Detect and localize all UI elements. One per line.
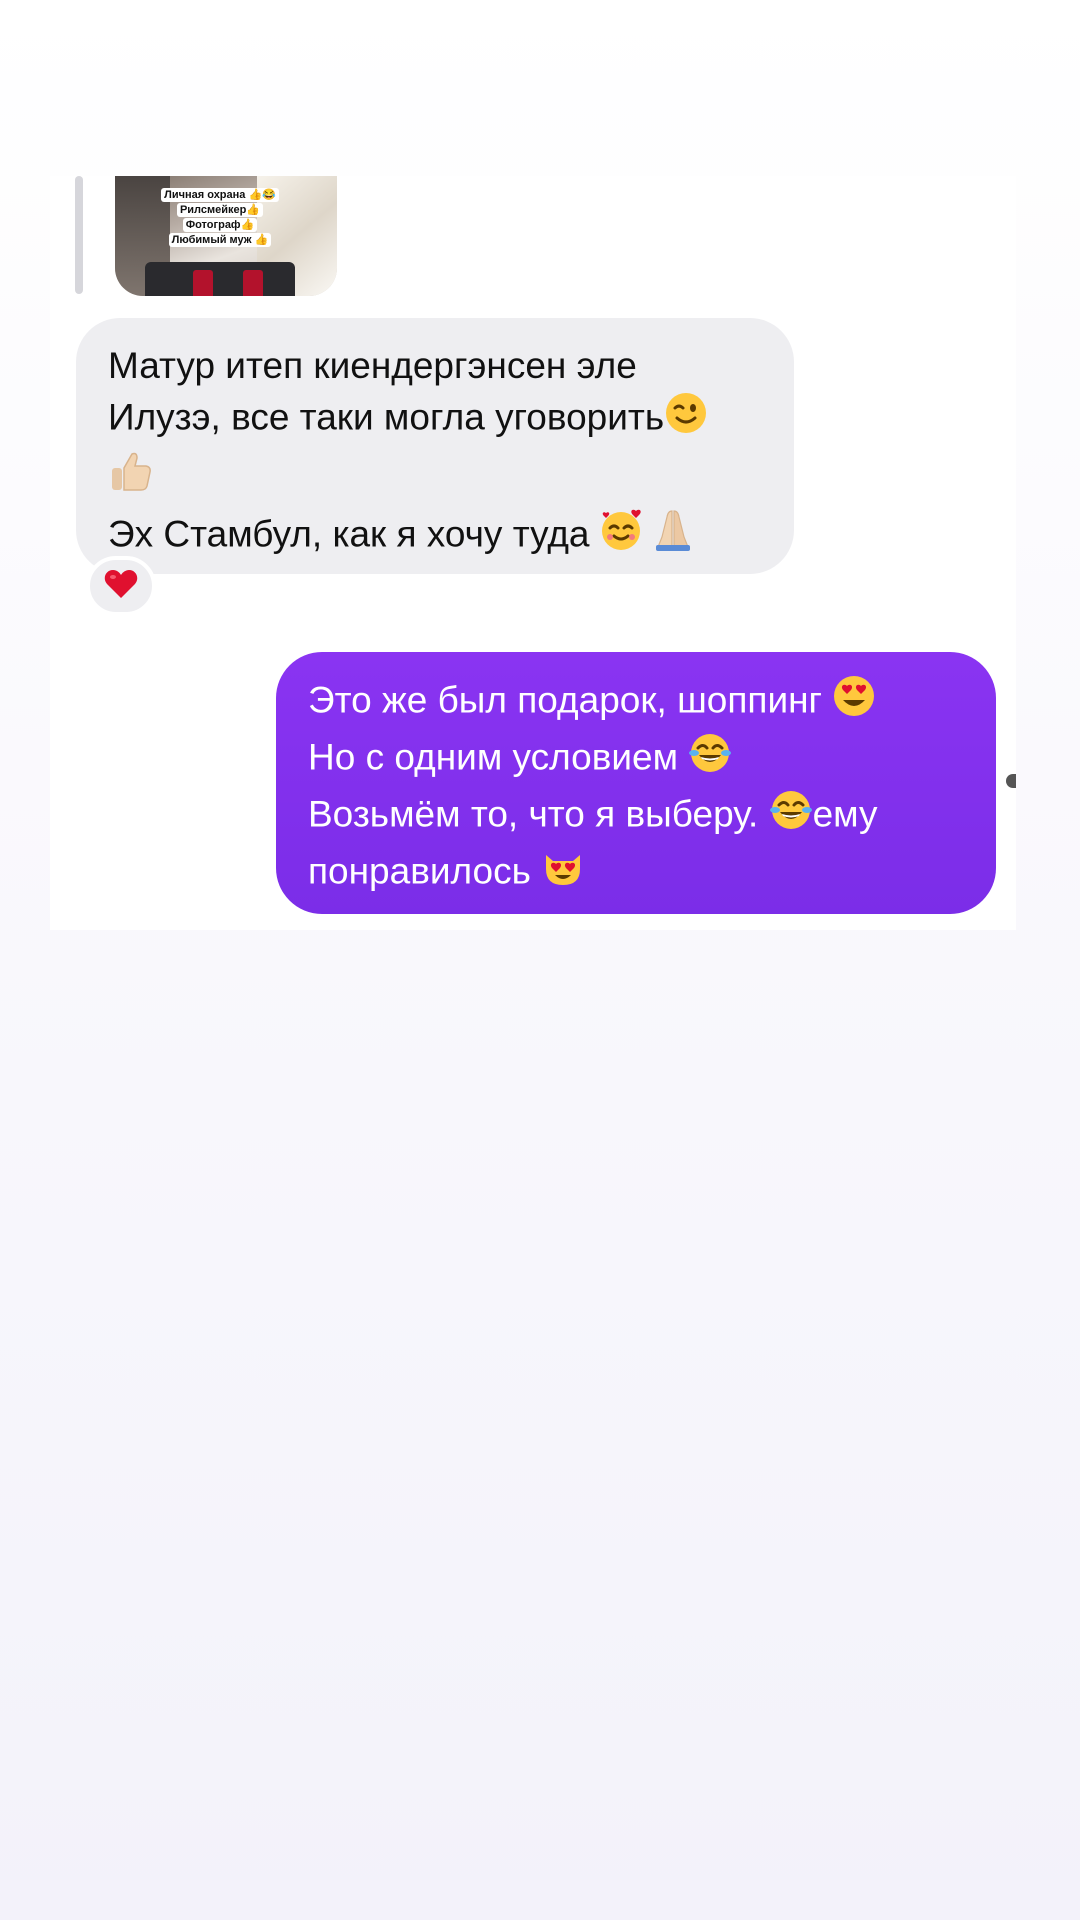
caption-line: Личная охрана 👍😂 [161,188,279,202]
thumbnail-caption: Личная охрана 👍😂 Рилсмейкер👍 Фотограф👍 Л… [161,188,279,247]
outgoing-message-bubble[interactable]: Это же был подарок, шоппинг Но с одним у… [276,652,996,914]
caption-line: Рилсмейкер👍 [176,203,264,217]
tears-of-joy-icon [769,788,813,845]
message-line: понравилось [308,845,966,902]
thumbnail-red-cup [243,270,263,296]
message-line: Матур итеп киендергэнсен эле [108,340,764,391]
smiling-face-with-hearts-icon [600,507,646,566]
message-text: Это же был подарок, шоппинг [308,679,833,721]
message-text: Эх Стамбул, как я хочу туда [108,513,600,555]
thumbnail-car-console [145,262,295,296]
caption-line: Фотограф👍 [182,218,258,232]
message-text: Илузэ, все таки могла уговорить [108,396,665,438]
message-line: Но с одним условием [308,731,966,788]
tears-of-joy-icon [688,731,732,788]
message-text: Возьмём то, что я выберу. [308,793,769,835]
message-line: Это же был подарок, шоппинг [308,674,966,731]
chat-thread: Личная охрана 👍😂 Рилсмейкер👍 Фотограф👍 Л… [50,176,1016,930]
heart-eyes-icon [832,674,876,731]
message-line: Эх Стамбул, как я хочу туда [108,507,764,566]
incoming-message-bubble[interactable]: Матур итеп киендергэнсен эле Илузэ, все … [76,318,794,574]
message-line: Возьмём то, что я выберу. ему [308,788,966,845]
thumbnail-red-cup [193,270,213,296]
thumbs-up-icon [108,448,154,507]
replied-image-thumbnail[interactable]: Личная охрана 👍😂 Рилсмейкер👍 Фотограф👍 Л… [115,176,337,296]
heart-eyes-cat-icon [541,845,585,902]
message-text: ему [812,793,878,835]
message-text: Матур итеп киендергэнсен эле [108,345,637,386]
message-line: Илузэ, все таки могла уговорить [108,391,764,448]
folded-hands-icon [650,507,696,566]
winking-face-icon [664,391,708,448]
red-heart-icon [104,569,138,604]
message-line [108,448,764,507]
scroll-indicator [1006,774,1016,788]
caption-line: Любимый муж 👍 [168,233,272,247]
reply-quote-bar [75,176,83,294]
message-text: понравилось [308,850,542,892]
message-text: Но с одним условием [308,736,689,778]
message-reaction[interactable] [86,556,156,616]
